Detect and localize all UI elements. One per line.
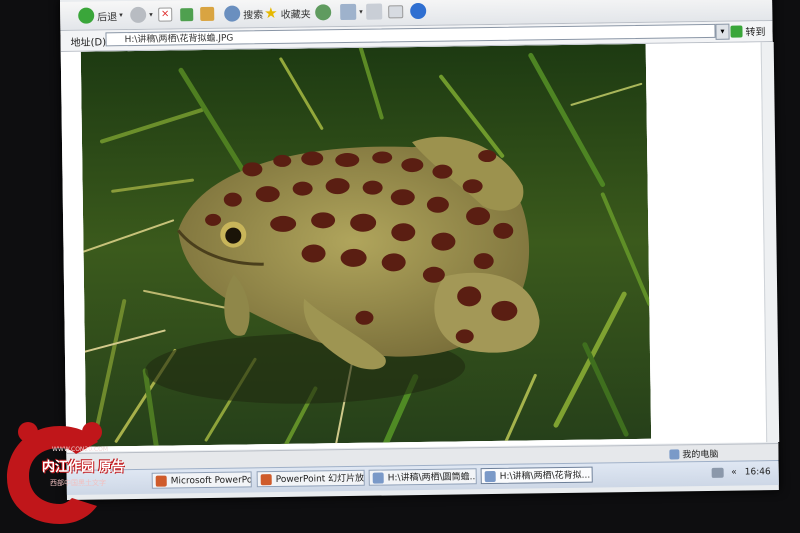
taskbar-item-image-1[interactable]: H:\讲稿\两栖\圆筒蟾...	[368, 468, 477, 486]
chevron-down-icon: ▾	[119, 11, 123, 20]
keyboard-icon[interactable]	[711, 467, 724, 478]
edit-icon	[388, 4, 404, 18]
clock: 16:46	[744, 467, 771, 478]
watermark-site: WWW.CON20.COM	[52, 446, 109, 453]
powerpoint-icon	[260, 474, 272, 486]
history-icon	[315, 4, 332, 21]
refresh-button[interactable]	[180, 4, 196, 24]
chevron-down-icon: ▾	[149, 10, 153, 19]
chevron-down-icon: ▾	[359, 7, 363, 16]
address-label: 地址(D)	[70, 37, 107, 49]
messenger-icon	[410, 2, 427, 20]
taskbar-item-powerpoint[interactable]: Microsoft PowerPoin...	[151, 471, 252, 489]
mail-icon	[340, 3, 357, 21]
powerpoint-icon	[155, 475, 167, 487]
mail-button[interactable]: ▾	[340, 2, 363, 22]
edit-button[interactable]	[388, 1, 406, 21]
go-arrow-icon	[730, 24, 743, 38]
ie-icon	[372, 472, 384, 484]
print-button[interactable]	[366, 1, 385, 21]
star-icon: ★	[264, 3, 278, 23]
forward-button[interactable]: ▾	[130, 5, 153, 25]
page-content	[60, 42, 767, 452]
address-dropdown-button[interactable]: ▾	[715, 23, 730, 40]
security-zone: 我的电脑	[669, 447, 718, 461]
stop-button[interactable]: ×	[158, 4, 175, 24]
refresh-icon	[180, 7, 194, 21]
watermark-subtitle: 西部中国黑土文字	[50, 479, 106, 487]
watermark: WWW.CON20.COM 内江作园 原告 西部中国黑土文字	[2, 418, 127, 528]
back-button[interactable]: 后退 ▾	[78, 5, 123, 26]
taskbar-item-slideshow[interactable]: PowerPoint 幻灯片放...	[256, 469, 365, 488]
stop-icon: ×	[158, 7, 173, 22]
ie-icon	[484, 470, 496, 483]
back-arrow-icon	[78, 7, 95, 24]
go-button[interactable]: 转到	[730, 23, 766, 38]
favorites-button[interactable]: ★ 收藏夹	[264, 3, 311, 24]
tray-expand-button[interactable]: «	[731, 468, 737, 478]
home-icon	[200, 6, 215, 22]
taskbar-item-image-2[interactable]: H:\讲稿\两栖\花背拟...	[480, 466, 593, 485]
history-button[interactable]	[315, 2, 334, 22]
system-tray: « 16:46	[711, 464, 771, 481]
computer-icon	[669, 448, 680, 460]
toad-photo	[80, 43, 652, 447]
messenger-button[interactable]	[410, 1, 429, 21]
home-button[interactable]	[200, 4, 217, 24]
printer-icon	[366, 3, 383, 20]
watermark-brand: 内江作园 原告	[42, 460, 125, 475]
search-icon	[224, 5, 241, 22]
forward-arrow-icon	[130, 6, 147, 24]
browser-window: 后退 ▾ ▾ × 搜索 ★ 收藏夹 ▾ 地址(D) H:\讲稿\两栖\花背拟蟾.…	[60, 0, 780, 500]
search-button[interactable]: 搜索	[224, 3, 263, 24]
